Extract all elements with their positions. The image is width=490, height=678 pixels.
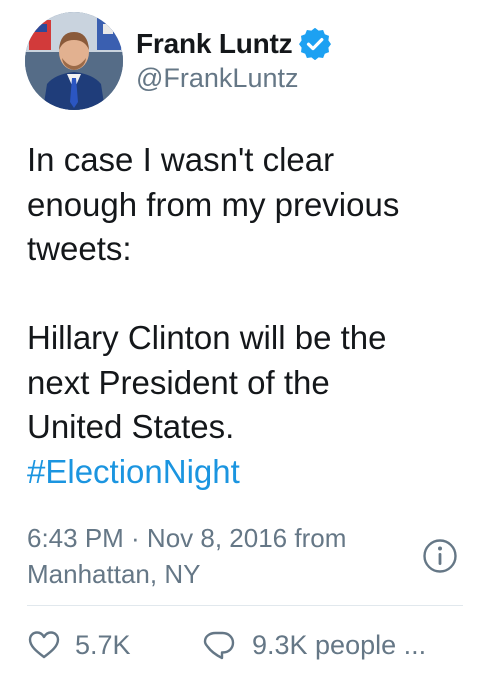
timestamp[interactable]: 6:43 PM · Nov 8, 2016 from — [27, 520, 427, 556]
info-icon[interactable] — [422, 538, 458, 574]
like-count: 5.7K — [75, 629, 131, 660]
tweet-text-line: next President of the — [27, 363, 330, 401]
tweet-metadata: 6:43 PM · Nov 8, 2016 from Manhattan, NY — [27, 520, 427, 592]
tweet-card: Frank Luntz @FrankLuntz In case I wasn't… — [0, 0, 490, 678]
tweet-actions: 5.7K 9.3K people ... — [27, 623, 426, 667]
paragraph-break — [27, 272, 472, 317]
tweet-text-line: In case I wasn't clear — [27, 141, 335, 178]
heart-icon — [27, 628, 61, 662]
tweet-text-line: United States. — [27, 408, 235, 445]
user-handle[interactable]: @FrankLuntz — [136, 63, 298, 94]
tweet-text: In case I wasn't clear enough from my pr… — [27, 138, 472, 494]
avatar-photo — [25, 12, 123, 110]
user-name-row[interactable]: Frank Luntz — [136, 27, 332, 61]
reply-people-label: 9.3K people ... — [252, 629, 427, 660]
avatar[interactable] — [25, 12, 123, 110]
verified-badge-icon — [299, 27, 332, 61]
display-name[interactable]: Frank Luntz — [136, 28, 293, 60]
divider — [27, 605, 463, 606]
tweet-text-line: enough from my previous — [27, 185, 400, 223]
like-button[interactable]: 5.7K — [27, 628, 202, 662]
hashtag-link[interactable]: #ElectionNight — [27, 450, 472, 495]
reply-button[interactable]: 9.3K people ... — [202, 628, 426, 662]
location[interactable]: Manhattan, NY — [27, 556, 427, 592]
speech-bubble-icon — [202, 628, 236, 662]
tweet-text-line: Hillary Clinton will be the — [27, 319, 387, 356]
tweet-text-line: tweets: — [27, 230, 132, 267]
